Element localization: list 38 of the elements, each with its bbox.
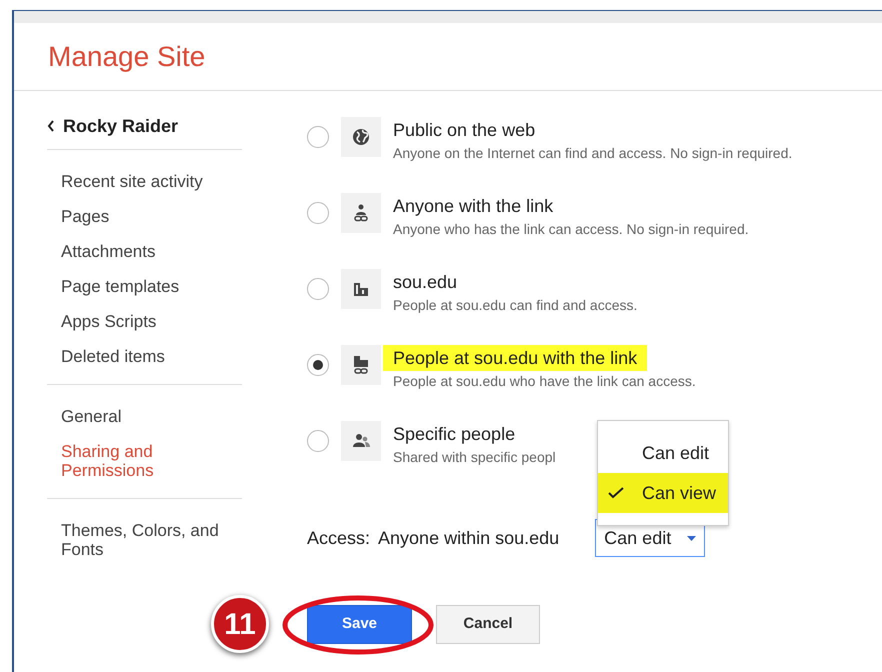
sidebar-item[interactable]: Recent site activity (47, 164, 242, 199)
checkmark-icon (608, 487, 624, 499)
step-badge: 11 (211, 595, 269, 653)
option-description: Shared with specific peopl (393, 448, 556, 467)
globe-icon (351, 127, 371, 147)
access-label: Access: (307, 526, 370, 550)
sidebar-item[interactable]: Attachments (47, 234, 242, 269)
radio-button[interactable] (307, 430, 329, 452)
cancel-button[interactable]: Cancel (436, 605, 540, 644)
menu-item[interactable]: Can edit (598, 433, 728, 473)
chevron-left-icon[interactable] (47, 120, 55, 132)
building-link-icon (351, 355, 371, 375)
sidebar-item[interactable]: Pages (47, 199, 242, 234)
option-title: Specific people (393, 423, 516, 446)
menu-item[interactable]: Can view (598, 473, 728, 513)
option-description: Anyone on the Internet can find and access. No sign-in required. (393, 144, 792, 163)
sidebar-item[interactable]: Apps Scripts (47, 304, 242, 339)
option-description: People at sou.edu can find and access. (393, 296, 638, 315)
option-title: sou.edu (393, 271, 458, 294)
option-title: People at sou.edu with the link (383, 345, 648, 371)
sidebar-item[interactable]: Deleted items (47, 339, 242, 374)
option-description: People at sou.edu who have the link can access. (393, 372, 696, 391)
radio-button[interactable] (307, 202, 329, 224)
radio-button[interactable] (307, 278, 329, 300)
access-value: Anyone within sou.edu (378, 526, 560, 550)
site-name-link[interactable]: Rocky Raider (63, 112, 178, 140)
radio-button[interactable] (307, 126, 329, 148)
sidebar-item[interactable]: Themes, Colors, and Fonts (47, 513, 242, 567)
option-title: Public on the web (393, 119, 536, 142)
sidebar-item[interactable]: Sharing and Permissions (47, 434, 242, 488)
option-title: Anyone with the link (393, 195, 554, 218)
save-button[interactable]: Save (307, 605, 412, 644)
sidebar-item[interactable]: General (47, 399, 242, 434)
option-description: Anyone who has the link can access. No sign-in required. (393, 220, 749, 239)
caret-down-icon (687, 536, 696, 540)
radio-button[interactable] (307, 354, 329, 376)
sidebar-item[interactable]: Page templates (47, 269, 242, 304)
page-title: Manage Site (48, 40, 206, 74)
